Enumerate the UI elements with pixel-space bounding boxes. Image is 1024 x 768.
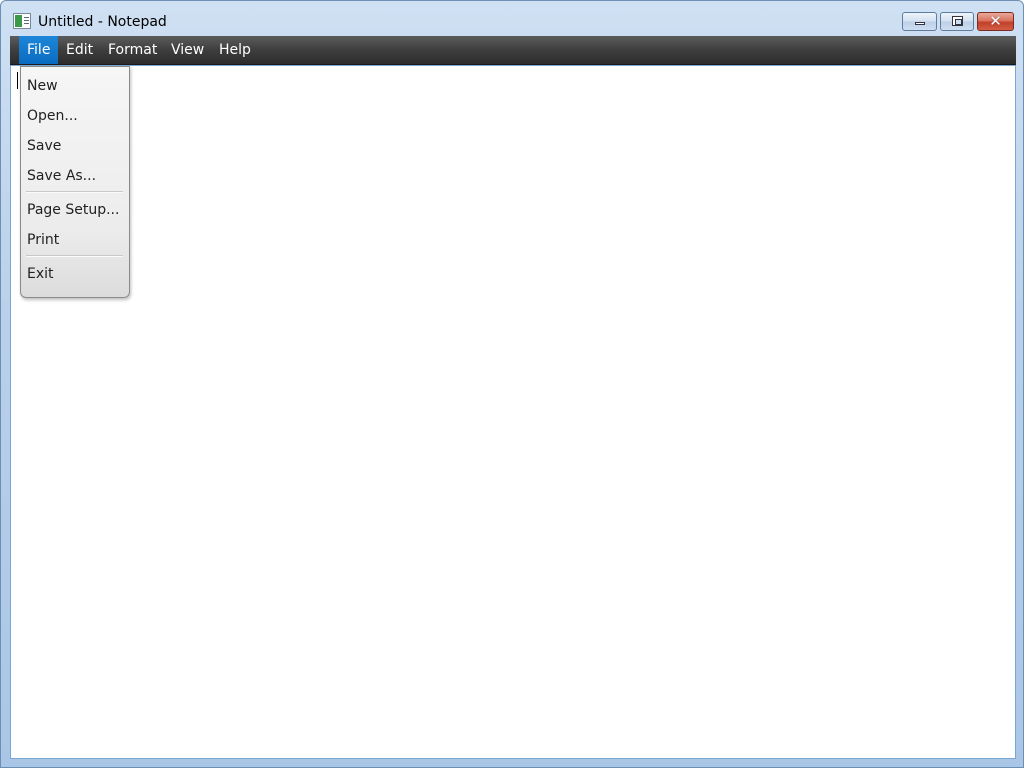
menu-separator bbox=[26, 191, 123, 193]
text-caret bbox=[17, 72, 18, 89]
menu-item-page-setup[interactable]: Page Setup... bbox=[27, 199, 119, 221]
menu-item-exit[interactable]: Exit bbox=[27, 263, 54, 285]
menu-view[interactable]: View bbox=[163, 36, 212, 64]
minimize-button[interactable] bbox=[902, 12, 937, 31]
maximize-button[interactable] bbox=[940, 12, 974, 31]
close-button[interactable]: ✕ bbox=[977, 12, 1014, 31]
menu-help[interactable]: Help bbox=[211, 36, 259, 64]
menu-item-new[interactable]: New bbox=[27, 75, 58, 97]
menu-item-print[interactable]: Print bbox=[27, 229, 59, 251]
menu-file[interactable]: File bbox=[19, 36, 59, 64]
menu-format[interactable]: Format bbox=[100, 36, 165, 64]
maximize-icon bbox=[952, 16, 963, 26]
menu-edit[interactable]: Edit bbox=[58, 36, 101, 64]
menu-bar: File Edit Format View Help bbox=[10, 36, 1016, 65]
window-title: Untitled - Notepad bbox=[38, 14, 167, 30]
notepad-icon[interactable] bbox=[13, 13, 31, 29]
menu-separator bbox=[26, 255, 123, 257]
minimize-icon bbox=[915, 22, 925, 25]
menu-item-save-as[interactable]: Save As... bbox=[27, 165, 96, 187]
close-icon: ✕ bbox=[989, 12, 1002, 30]
text-editor[interactable] bbox=[10, 65, 1016, 759]
file-menu-dropdown: New Open... Save Save As... Page Setup..… bbox=[20, 66, 130, 298]
notepad-window: Untitled - Notepad ✕ File Edit Format Vi… bbox=[0, 0, 1024, 768]
menu-item-save[interactable]: Save bbox=[27, 135, 61, 157]
menu-item-open[interactable]: Open... bbox=[27, 105, 78, 127]
title-bar[interactable]: Untitled - Notepad ✕ bbox=[1, 1, 1023, 35]
